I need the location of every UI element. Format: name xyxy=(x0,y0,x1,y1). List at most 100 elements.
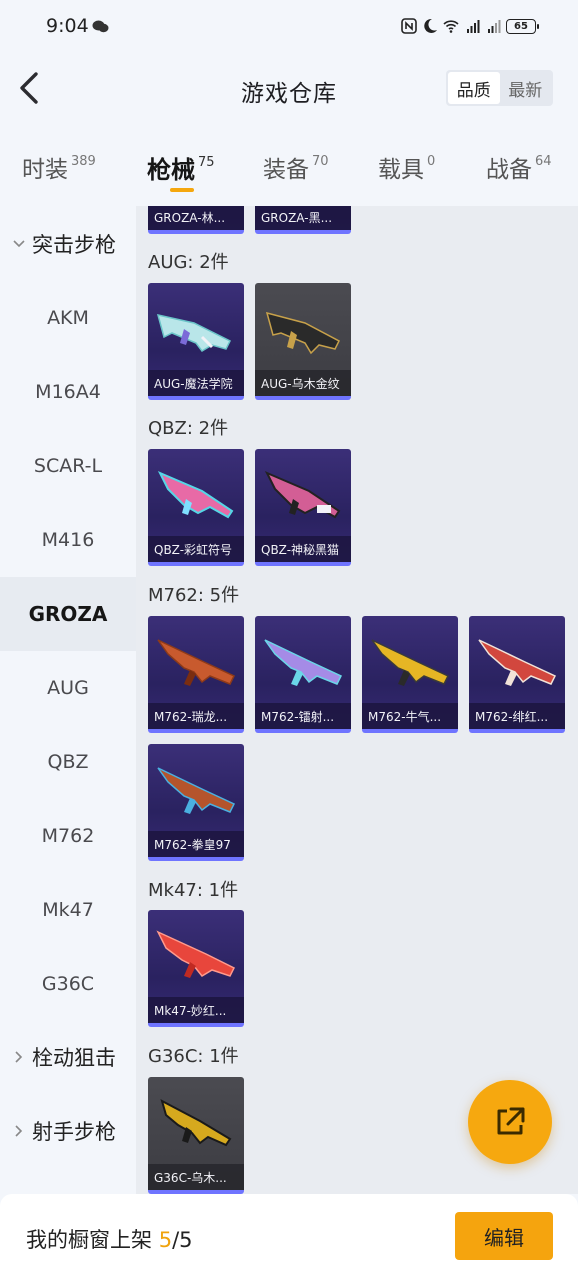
wifi-icon xyxy=(443,20,459,33)
sidebar-item-m16a4[interactable]: M16A4 xyxy=(0,355,136,429)
skin-card[interactable]: G36C-乌木... xyxy=(148,1077,244,1194)
chevron-down-icon xyxy=(13,240,25,248)
chevron-right-icon xyxy=(15,1125,23,1137)
skin-card-name: QBZ-神秘黑猫 xyxy=(255,536,351,562)
weapon-category-sidebar: 突击步枪 AKM M16A4 SCAR-L M416 GROZA AUG QBZ… xyxy=(0,206,136,1194)
tab-count: 75 xyxy=(198,155,215,170)
skin-card-name: M762-镭射... xyxy=(255,703,351,729)
tab-combat-gear[interactable]: 战备 64 xyxy=(486,150,552,184)
m762-gun-icon xyxy=(157,639,236,686)
m762-gun-icon xyxy=(371,639,450,686)
edit-button[interactable]: 编辑 xyxy=(455,1212,553,1260)
sort-toggle: 品质 最新 xyxy=(446,70,553,106)
skin-card[interactable]: AUG-魔法学院 xyxy=(148,283,244,400)
qbz-gun-icon xyxy=(264,471,341,519)
skin-card-name: M762-牛气... xyxy=(362,703,458,729)
skin-grid: GROZA-林... GROZA-黑... AUG: 2件 AUG-魔法学院 A… xyxy=(136,206,578,1194)
aug-gun-icon xyxy=(156,313,232,352)
tab-active-indicator xyxy=(170,188,194,192)
group-label-mk47: Mk47: 1件 xyxy=(148,880,239,901)
showcase-status: 我的橱窗上架 5/5 xyxy=(26,1224,193,1254)
sidebar-item-m416[interactable]: M416 xyxy=(0,503,136,577)
sidebar-group-bolt-action[interactable]: 栓动狙击 xyxy=(12,1037,116,1077)
skin-card-name: M762-绯红... xyxy=(469,703,565,729)
tab-count: 64 xyxy=(535,154,552,169)
sidebar-item-akm[interactable]: AKM xyxy=(0,281,136,355)
chevron-right-icon xyxy=(15,1051,23,1063)
sidebar-group-label: 栓动狙击 xyxy=(32,1046,116,1070)
tab-count: 389 xyxy=(71,154,96,169)
tab-label: 装备 xyxy=(263,157,309,183)
skin-card[interactable]: M762-镭射... xyxy=(255,616,351,733)
tab-label: 战备 xyxy=(486,157,532,183)
skin-card-name: QBZ-彩虹符号 xyxy=(148,536,244,562)
skin-card[interactable]: Mk47-妙红... xyxy=(148,910,244,1027)
wechat-icon xyxy=(92,20,109,33)
skin-card[interactable]: AUG-乌木金纹 xyxy=(255,283,351,400)
sidebar-group-label: 射手步枪 xyxy=(32,1120,116,1144)
sort-quality-button[interactable]: 品质 xyxy=(448,72,500,104)
skin-card-name: M762-瑞龙... xyxy=(148,703,244,729)
skin-card-name: AUG-乌木金纹 xyxy=(255,370,351,396)
skin-card[interactable]: QBZ-彩虹符号 xyxy=(148,449,244,566)
sidebar-item-scar-l[interactable]: SCAR-L xyxy=(0,429,136,503)
tab-weapons[interactable]: 枪械 75 xyxy=(147,150,215,185)
skin-card[interactable]: M762-瑞龙... xyxy=(148,616,244,733)
mk47-gun-icon xyxy=(156,930,236,978)
header: 游戏仓库 品质 最新 xyxy=(0,52,578,124)
sort-newest-button[interactable]: 最新 xyxy=(500,72,552,104)
sidebar-item-g36c[interactable]: G36C xyxy=(0,947,136,1021)
skin-card-name: M762-拳皇97 xyxy=(148,831,244,857)
signal-4g-icon xyxy=(488,20,501,33)
sidebar-group-label: 突击步枪 xyxy=(32,233,116,257)
share-button[interactable] xyxy=(468,1080,552,1164)
qbz-gun-icon xyxy=(157,471,234,519)
nfc-icon xyxy=(401,18,417,34)
skin-card[interactable]: GROZA-林... xyxy=(148,206,244,234)
skin-card-name: AUG-魔法学院 xyxy=(148,370,244,396)
showcase-label: 我的橱窗上架 xyxy=(26,1228,152,1252)
signal-4g-icon xyxy=(467,20,480,33)
showcase-count: 5 xyxy=(158,1228,173,1252)
sidebar-item-groza[interactable]: GROZA xyxy=(0,577,136,651)
tab-label: 枪械 xyxy=(147,156,195,184)
m762-gun-icon xyxy=(478,639,557,686)
skin-card[interactable]: GROZA-黑... xyxy=(255,206,351,234)
share-icon xyxy=(497,1107,525,1135)
skin-card[interactable]: QBZ-神秘黑猫 xyxy=(255,449,351,566)
skin-card-name: GROZA-黑... xyxy=(255,206,351,230)
skin-card[interactable]: M762-绯红... xyxy=(469,616,565,733)
tab-fashion[interactable]: 时装 389 xyxy=(22,150,96,184)
showcase-total: /5 xyxy=(172,1228,193,1252)
sidebar-item-qbz[interactable]: QBZ xyxy=(0,725,136,799)
sidebar-item-m762[interactable]: M762 xyxy=(0,799,136,873)
aug-gun-icon xyxy=(265,311,340,355)
tab-count: 70 xyxy=(312,154,329,169)
tab-label: 时装 xyxy=(22,157,68,183)
status-time: 9:04 xyxy=(46,15,89,37)
status-bar: 9:04 65 xyxy=(0,0,578,52)
skin-card[interactable]: M762-拳皇97 xyxy=(148,744,244,861)
bottom-bar: 我的橱窗上架 5/5 编辑 xyxy=(0,1194,578,1280)
category-tabs: 时装 389 枪械 75 装备 70 载具 0 战备 64 xyxy=(0,138,578,204)
group-label-aug: AUG: 2件 xyxy=(148,252,229,273)
group-label-qbz: QBZ: 2件 xyxy=(148,418,229,439)
sidebar-group-marksman[interactable]: 射手步枪 xyxy=(12,1111,116,1151)
tab-count: 0 xyxy=(427,154,436,169)
moon-icon xyxy=(424,18,437,33)
skin-card-name: Mk47-妙红... xyxy=(148,997,244,1023)
sidebar-group-assault-rifles[interactable]: 突击步枪 xyxy=(12,224,116,264)
skin-card-name: G36C-乌木... xyxy=(148,1164,244,1190)
group-label-m762: M762: 5件 xyxy=(148,585,240,606)
tab-vehicles[interactable]: 载具 0 xyxy=(378,150,435,184)
m762-gun-icon xyxy=(264,639,343,686)
g36c-gun-icon xyxy=(160,1099,232,1147)
status-icons: 65 xyxy=(401,18,539,34)
sidebar-item-mk47[interactable]: Mk47 xyxy=(0,873,136,947)
battery-indicator: 65 xyxy=(506,18,539,34)
tab-equipment[interactable]: 装备 70 xyxy=(263,150,329,184)
sidebar-item-aug[interactable]: AUG xyxy=(0,651,136,725)
skin-card-name: GROZA-林... xyxy=(148,206,244,230)
skin-card[interactable]: M762-牛气... xyxy=(362,616,458,733)
group-label-g36c: G36C: 1件 xyxy=(148,1046,239,1067)
